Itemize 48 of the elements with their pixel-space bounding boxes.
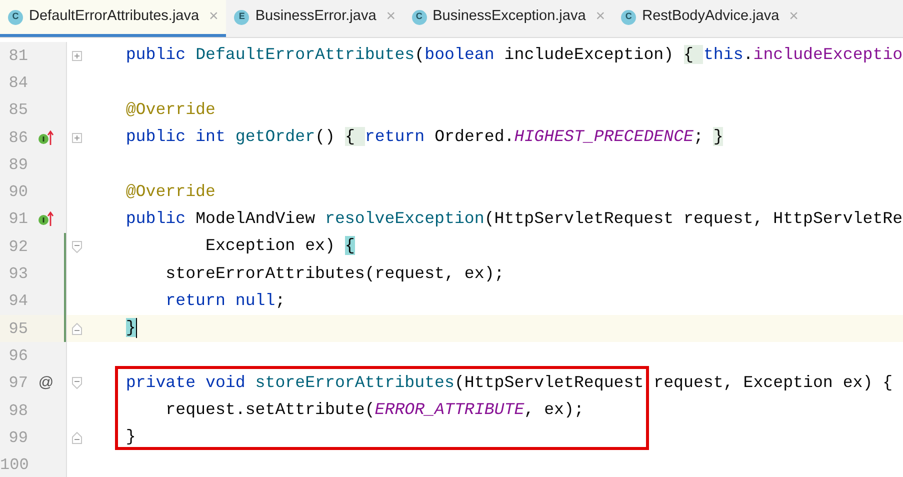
tab-label: BusinessException.java: [432, 7, 586, 26]
override-icon[interactable]: [38, 130, 54, 146]
code-line: @Override: [124, 180, 216, 203]
file-tab[interactable]: C RestBodyAdvice.java ×: [613, 0, 806, 37]
code-line: @Override: [124, 98, 216, 121]
tab-label: RestBodyAdvice.java: [642, 7, 780, 26]
line-number: 96: [8, 346, 28, 367]
fold-icon[interactable]: [72, 322, 82, 335]
code-line: }: [124, 426, 136, 448]
line-number: 91: [8, 209, 28, 230]
line-number: 98: [8, 400, 28, 422]
code-line: Exception ex) {: [204, 235, 355, 258]
code-line: request.setAttribute(ERROR_ATTRIBUTE, ex);: [164, 399, 584, 422]
class-icon: C: [8, 10, 23, 24]
code-line: storeErrorAttributes(request, ex);: [164, 262, 504, 285]
line-number: 84: [8, 72, 28, 94]
expand-icon[interactable]: [72, 50, 82, 61]
tab-label: BusinessError.java: [255, 7, 376, 26]
file-tab[interactable]: C BusinessException.java ×: [404, 0, 614, 37]
class-icon: C: [412, 10, 427, 24]
override-icon[interactable]: [38, 211, 54, 228]
code-line: private void storeErrorAttributes(HttpServletRequest request, Exception ex) {: [124, 372, 893, 394]
line-number: 93: [8, 264, 28, 286]
fold-icon[interactable]: [72, 377, 82, 390]
file-tab[interactable]: C DefaultErrorAttributes.java ×: [0, 0, 226, 37]
code-line: public int getOrder() { return Ordered.HIGHEST_PRECEDENCE; }: [124, 126, 724, 148]
line-number: 89: [8, 154, 28, 176]
line-number: 100: [0, 455, 28, 476]
usage-marker[interactable]: @: [38, 372, 54, 394]
line-number: 90: [8, 182, 28, 204]
line-number: 85: [8, 100, 28, 122]
line-number: 95: [8, 318, 28, 340]
class-icon: E: [234, 10, 250, 24]
class-icon: C: [621, 10, 636, 24]
code-line: public ModelAndView resolveException(HttpServletRequest request, HttpServletRe: [124, 208, 903, 230]
code-line: return null;: [164, 290, 286, 312]
line-number: 81: [8, 46, 28, 67]
line-number: 94: [8, 291, 28, 312]
line-number: 92: [8, 236, 28, 258]
line-number: 97: [8, 373, 28, 394]
fold-icon[interactable]: [72, 432, 82, 444]
line-number: 99: [8, 428, 28, 449]
code-line: public DefaultErrorAttributes(boolean includeException) { this.includeExceptio: [124, 44, 903, 66]
tab-label: DefaultErrorAttributes.java: [29, 7, 200, 26]
file-tab[interactable]: E BusinessError.java ×: [226, 0, 404, 37]
fold-icon[interactable]: [72, 240, 82, 253]
expand-icon[interactable]: [72, 132, 82, 143]
line-number: 86: [8, 128, 28, 149]
